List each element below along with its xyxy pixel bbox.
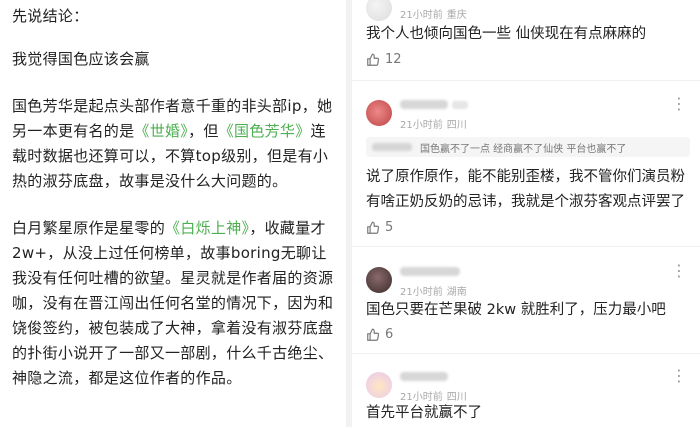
comment-meta: 21小时前 四川 [400,94,471,131]
user-badge [452,101,468,109]
article-text: ，收藏量才2w+，从没上过任何榜单，故事boring无聊让我没有任何吐槽的欲望。… [12,219,334,387]
comment-location: 重庆 [446,10,467,21]
avatar[interactable] [366,99,392,126]
comment-header: 21小时前 湖南 [366,261,471,298]
quoted-text: 国色赢不了一点 经商赢不了仙侠 平台也赢不了 [420,143,627,155]
comment-separator [352,80,700,81]
like-button[interactable]: 6 [366,327,393,342]
comment-meta: 21小时前 重庆 [400,0,471,21]
comment-time-location: 21小时前 湖南 [400,283,471,298]
username-blurred[interactable] [400,100,448,109]
like-count: 5 [385,220,394,235]
book-title-link[interactable]: 《世婚》 [134,122,188,140]
comment-time-location: 21小时前 重庆 [400,6,471,21]
comment-header: 21小时前 四川 [366,94,471,131]
thumbs-up-icon [367,221,380,234]
book-title-link[interactable]: 《国色芳华》 [219,122,311,140]
comment-header: 21小时前 四川 [366,366,471,403]
thumbs-up-icon [367,53,380,66]
book-title-link[interactable]: 《白烁上神》 [165,219,249,237]
comment-text: 首先平台就赢不了 [366,405,482,421]
comment-time: 21小时前 [400,120,443,131]
like-count: 12 [385,52,402,67]
comments-panel: 21小时前 重庆 我个人也倾向国色一些 仙侠现在有点麻麻的 12 21小时前 四川 … [352,0,700,427]
more-options-icon[interactable]: ⋮ [671,261,688,280]
comment-separator [352,246,700,247]
avatar[interactable] [366,371,392,398]
username-blurred[interactable] [400,372,448,381]
article-paragraph-conclusion: 先说结论： [12,7,89,25]
article-text: ，但 [188,122,219,140]
comment-separator [352,353,700,354]
quoted-username-blurred [372,143,412,151]
article-paragraph-baiyue: 白月繁星原作是星零的《白烁上神》，收藏量才2w+，从没上过任何榜单，故事bori… [12,216,338,391]
avatar[interactable] [366,0,392,21]
more-options-icon[interactable]: ⋮ [671,366,688,385]
comment-time: 21小时前 [400,10,443,21]
comment-text: 说了原作原作，能不能别歪楼，我不管你们演员粉有啥正奶反奶的忌讳，我就是个淑芬客观… [366,169,685,210]
comment-time-location: 21小时前 四川 [400,116,471,131]
comment-meta: 21小时前 四川 [400,366,471,403]
comment-header: 21小时前 重庆 [366,0,471,21]
article-panel: 先说结论： 我觉得国色应该会赢 国色芳华是起点头部作者意千重的非头部ip，她另一… [0,0,346,427]
like-button[interactable]: 5 [366,220,393,235]
username-blurred[interactable] [400,267,460,276]
article-paragraph-verdict: 我觉得国色应该会赢 [12,50,150,68]
comment-location: 四川 [446,120,467,131]
quoted-reply[interactable]: 国色赢不了一点 经商赢不了仙侠 平台也赢不了 [366,137,690,157]
avatar[interactable] [366,266,392,293]
comment-text: 我个人也倾向国色一些 仙侠现在有点麻麻的 [366,26,647,42]
article-text: 白月繁星原作是星零的 [12,219,166,237]
like-count: 6 [385,327,394,342]
like-button[interactable]: 12 [366,52,402,67]
article-paragraph-guose: 国色芳华是起点头部作者意千重的非头部ip，她另一本更有名的是《世婚》，但《国色芳… [12,94,338,194]
comment-time: 21小时前 [400,287,443,298]
comment-location: 湖南 [446,287,467,298]
comment-text: 国色只要在芒果破 2kw 就胜利了，压力最小吧 [366,302,666,318]
thumbs-up-icon [367,328,380,341]
more-options-icon[interactable]: ⋮ [671,94,688,113]
comment-meta: 21小时前 湖南 [400,261,471,298]
